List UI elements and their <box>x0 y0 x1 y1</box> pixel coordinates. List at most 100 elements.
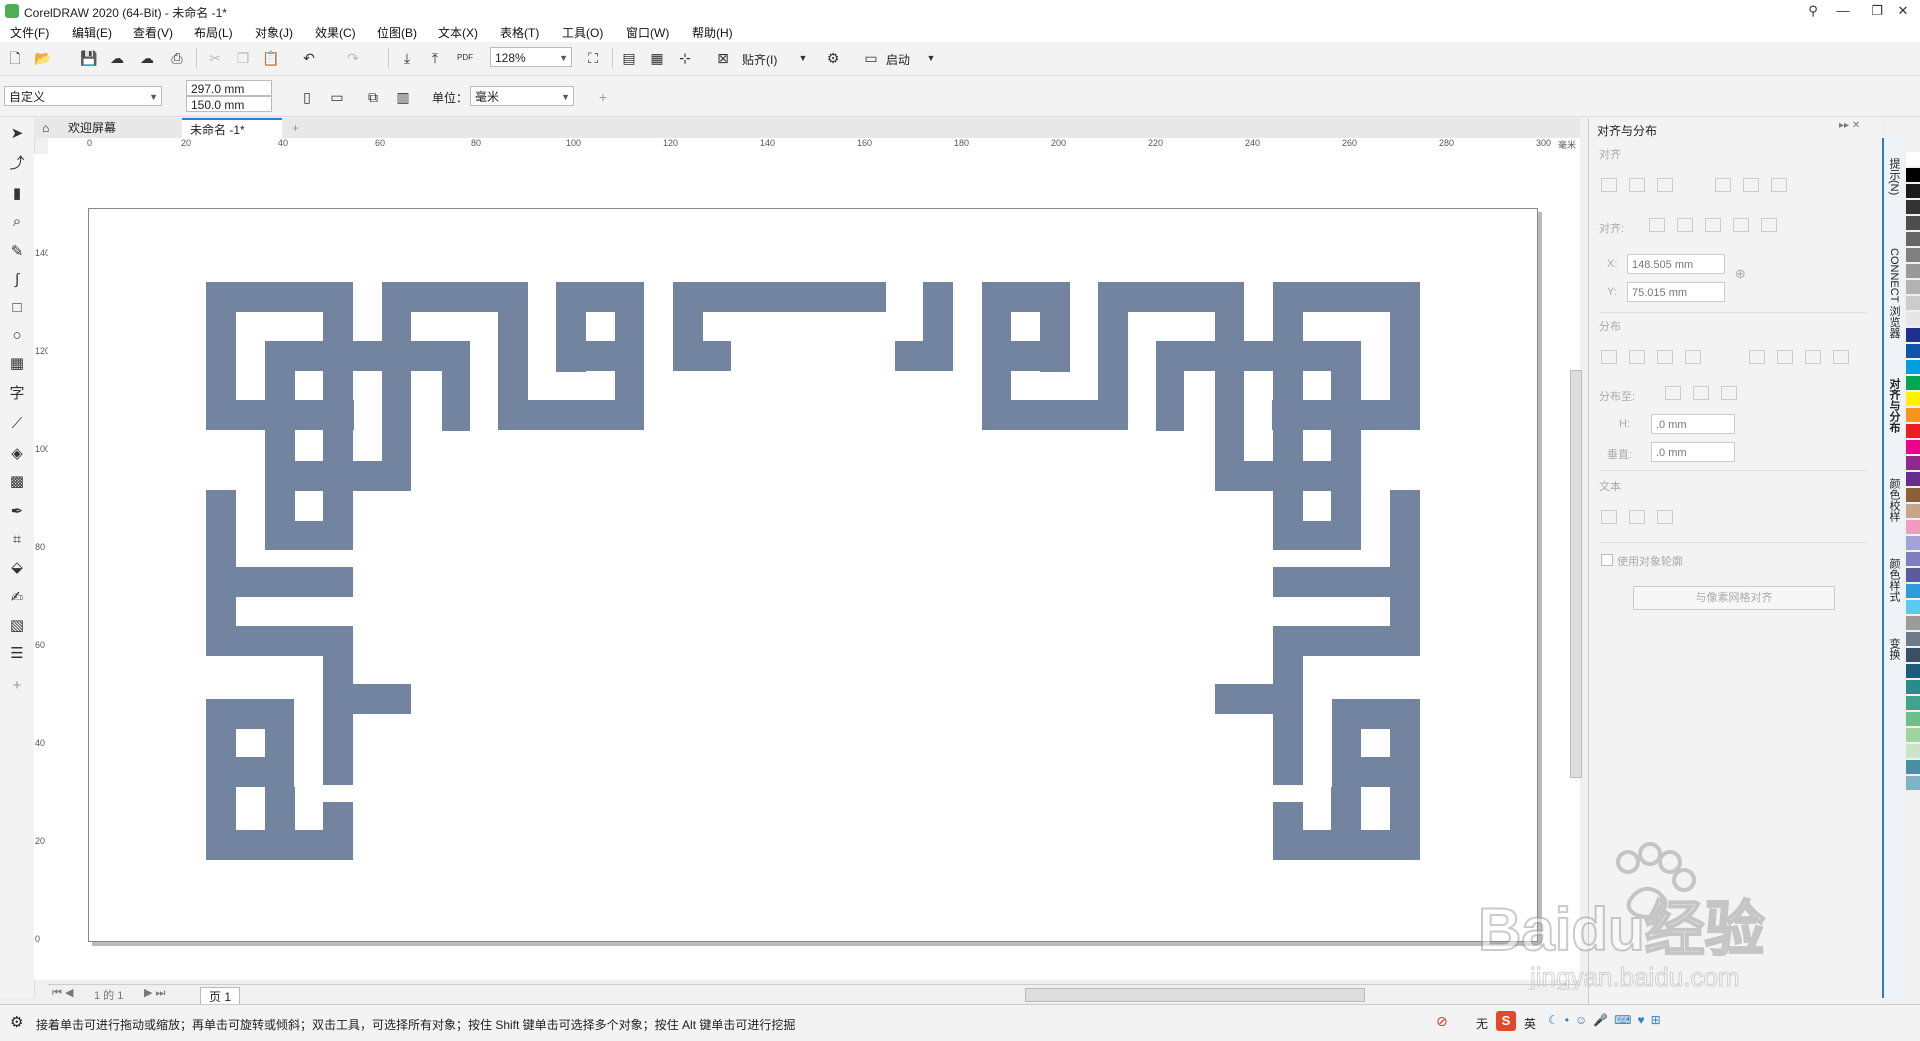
vertical-ruler[interactable]: 140 120 100 80 60 40 20 0 <box>34 154 50 980</box>
show-rulers-icon[interactable]: ▤ <box>618 47 640 69</box>
v-spacing-field[interactable]: .0 mm <box>1651 442 1735 462</box>
menu-layout[interactable]: 布局(L) <box>194 24 233 41</box>
distribute-v-spacing-icon[interactable] <box>1805 350 1821 364</box>
unit-select[interactable]: 毫米 ▼ <box>470 86 574 106</box>
y-position-field[interactable]: 75.015 mm <box>1627 282 1725 302</box>
align-bottom-icon[interactable] <box>1771 178 1787 192</box>
palette-swatch[interactable] <box>1906 344 1920 358</box>
shape-tool-icon[interactable]: ⤴ <box>5 152 29 176</box>
align-right-icon[interactable] <box>1657 178 1673 192</box>
menu-tools[interactable]: 工具(O) <box>562 24 603 41</box>
full-screen-icon[interactable]: ⛶ <box>582 47 604 69</box>
palette-swatch[interactable] <box>1906 296 1920 310</box>
distribute-top-icon[interactable] <box>1749 350 1765 364</box>
vertical-scrollbar[interactable] <box>1570 370 1582 778</box>
cut-icon[interactable]: ✂ <box>204 47 226 69</box>
close-button[interactable]: ✕ <box>1886 1 1920 21</box>
side-tab-align[interactable]: 对齐与分布 <box>1886 378 1902 433</box>
align-active-object-icon[interactable] <box>1649 218 1665 232</box>
add-icon[interactable]: + <box>592 86 614 108</box>
palette-swatch[interactable] <box>1906 664 1920 678</box>
landscape-icon[interactable]: ▭ <box>326 86 348 108</box>
palette-swatch[interactable] <box>1906 632 1920 646</box>
target-point-icon[interactable]: ⊕ <box>1735 266 1746 282</box>
palette-swatch[interactable] <box>1906 472 1920 486</box>
adjust-icon[interactable]: ☰ <box>5 642 29 666</box>
side-tab-color-styles[interactable]: 颜色样式 <box>1886 558 1902 602</box>
show-grid-icon[interactable]: ▦ <box>646 47 668 69</box>
copy-icon[interactable]: ❐ <box>232 47 254 69</box>
ime-language[interactable]: 英 <box>1524 1015 1536 1032</box>
distribute-bottom-icon[interactable] <box>1833 350 1849 364</box>
snap-off-icon[interactable]: ⊠ <box>712 47 734 69</box>
launch-icon[interactable]: ▭ <box>860 47 882 69</box>
zoom-tool-icon[interactable]: ⌕ <box>5 210 29 234</box>
text-align-first-baseline-icon[interactable] <box>1601 510 1617 524</box>
save-icon[interactable]: 💾 <box>78 47 100 69</box>
text-align-last-baseline-icon[interactable] <box>1629 510 1645 524</box>
palette-swatch[interactable] <box>1906 440 1920 454</box>
palette-swatch[interactable] <box>1906 696 1920 710</box>
rectangle-tool-icon[interactable]: □ <box>5 296 29 320</box>
show-guidelines-icon[interactable]: ⊹ <box>674 47 696 69</box>
menu-table[interactable]: 表格(T) <box>500 24 539 41</box>
palette-swatch[interactable] <box>1906 360 1920 374</box>
x-position-field[interactable]: 148.505 mm <box>1627 254 1725 274</box>
palette-swatch[interactable] <box>1906 312 1920 326</box>
palette-swatch[interactable] <box>1906 568 1920 582</box>
palette-swatch[interactable] <box>1906 552 1920 566</box>
side-tab-transform[interactable]: 变换 <box>1886 638 1902 660</box>
palette-swatch[interactable] <box>1906 728 1920 742</box>
zoom-level-select[interactable]: 128% ▼ <box>490 47 572 67</box>
menu-file[interactable]: 文件(F) <box>10 24 49 41</box>
settings-gear-icon[interactable]: ⚙ <box>10 1013 23 1031</box>
page-height-field[interactable]: 150.0 mm <box>186 96 272 112</box>
cloud-download-icon[interactable]: ☁ <box>106 47 128 69</box>
palette-swatch[interactable] <box>1906 520 1920 534</box>
export-icon[interactable]: ⤒ <box>424 47 446 69</box>
ellipse-tool-icon[interactable]: ○ <box>5 324 29 348</box>
palette-swatch[interactable] <box>1906 600 1920 614</box>
align-selection-icon[interactable] <box>1677 218 1693 232</box>
cloud-upload-icon[interactable]: ☁ <box>136 47 158 69</box>
connector-tool-icon[interactable]: ⟋ <box>5 412 29 436</box>
align-point-icon[interactable] <box>1761 218 1777 232</box>
text-align-bbox-icon[interactable] <box>1657 510 1673 524</box>
page-navigation-icons[interactable]: ⏮ ◀ <box>52 986 73 1000</box>
palette-swatch[interactable] <box>1906 392 1920 406</box>
menu-help[interactable]: 帮助(H) <box>692 24 733 41</box>
palette-swatch[interactable] <box>1906 536 1920 550</box>
eyedropper-tool-icon[interactable]: ✒ <box>5 500 29 524</box>
tab-welcome[interactable]: 欢迎屏幕 <box>60 118 178 138</box>
pick-tool-icon[interactable]: ➤ <box>5 122 29 146</box>
distribute-middle-icon[interactable] <box>1777 350 1793 364</box>
menu-view[interactable]: 查看(V) <box>133 24 173 41</box>
new-tab-icon[interactable]: + <box>284 118 304 138</box>
align-to-pixel-grid-button[interactable]: 与像素网格对齐 <box>1633 586 1835 610</box>
distribute-selection-icon[interactable] <box>1665 386 1681 400</box>
align-center-h-icon[interactable] <box>1629 178 1645 192</box>
palette-swatch[interactable] <box>1906 760 1920 774</box>
palette-swatch[interactable] <box>1906 712 1920 726</box>
smart-fill-icon[interactable]: ⬙ <box>5 556 29 580</box>
page-preset-select[interactable]: 自定义 ▼ <box>4 86 162 106</box>
menu-edit[interactable]: 编辑(E) <box>72 24 112 41</box>
chevron-down-icon[interactable]: ▼ <box>792 47 814 69</box>
palette-swatch[interactable] <box>1906 248 1920 262</box>
freehand-tool-icon[interactable]: ✎ <box>5 240 29 264</box>
new-document-icon[interactable]: 🗋 <box>4 47 26 69</box>
fill-icon[interactable]: ▧ <box>5 614 29 638</box>
distribute-center-icon[interactable] <box>1629 350 1645 364</box>
options-gear-icon[interactable]: ⚙ <box>822 47 844 69</box>
ime-toolbar-icons[interactable]: ☾•☺🎤⌨♥⊞ <box>1548 1013 1667 1027</box>
pattern-artwork[interactable] <box>89 209 1537 941</box>
distribute-page-icon[interactable] <box>1693 386 1709 400</box>
side-tab-connect[interactable]: CONNECT 浏览器 <box>1886 248 1902 338</box>
palette-swatch[interactable] <box>1906 168 1920 182</box>
menu-bitmaps[interactable]: 位图(B) <box>377 24 417 41</box>
palette-swatch[interactable] <box>1906 232 1920 246</box>
portrait-icon[interactable]: ▯ <box>296 86 318 108</box>
page-width-field[interactable]: 297.0 mm <box>186 80 272 96</box>
ime-logo-icon[interactable]: S <box>1496 1011 1516 1031</box>
no-fill-icon[interactable]: ⊘ <box>1436 1013 1448 1030</box>
